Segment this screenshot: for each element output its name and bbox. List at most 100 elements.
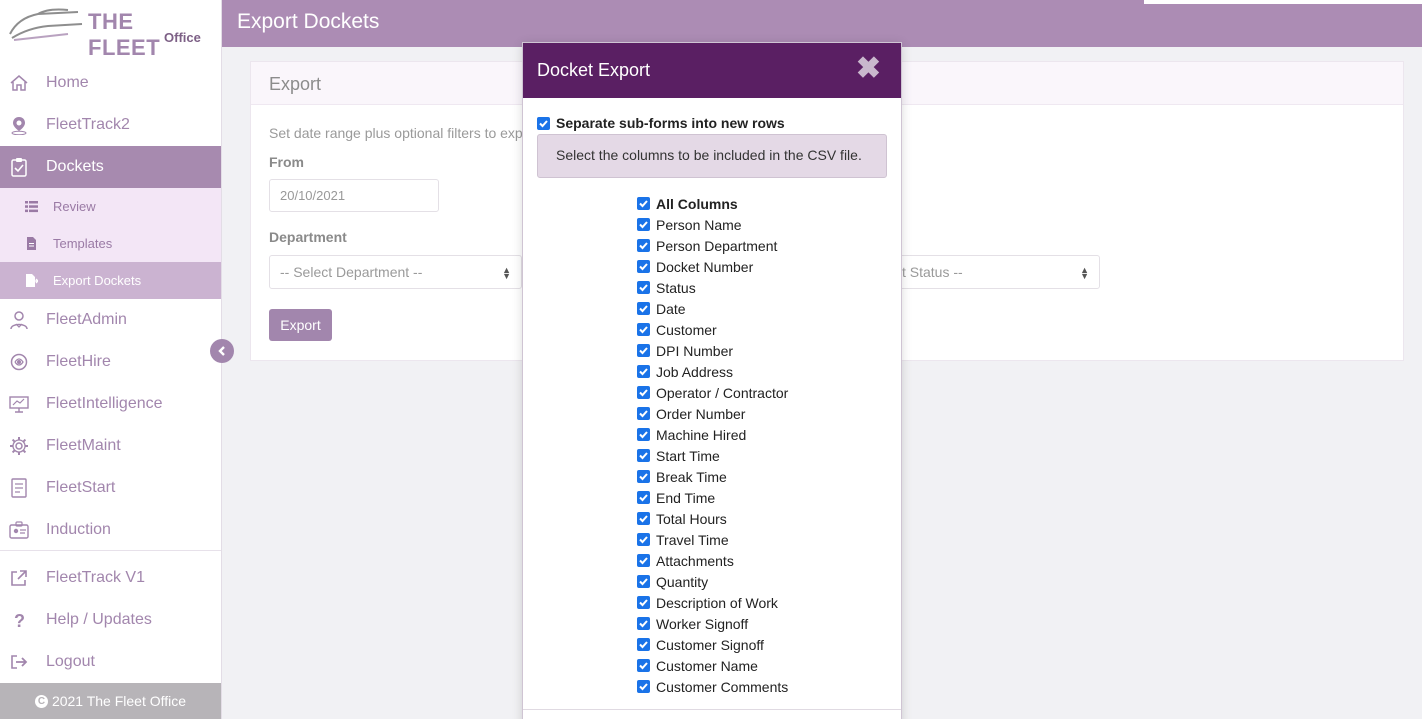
hire-cycle-icon xyxy=(10,353,28,371)
column-label: Customer Name xyxy=(656,657,758,674)
column-option[interactable]: Status xyxy=(637,277,788,298)
column-label: Docket Number xyxy=(656,258,754,275)
sidebar-item-fleettrack-v1[interactable]: FleetTrack V1 xyxy=(0,557,221,599)
column-checkbox[interactable] xyxy=(637,596,650,609)
column-label: Quantity xyxy=(656,573,709,590)
sidebar: THE FLEET Office Home FleetTrack2 Docket… xyxy=(0,0,222,719)
column-option[interactable]: Worker Signoff xyxy=(637,613,788,634)
sidebar-item-fleettrack2[interactable]: FleetTrack2 xyxy=(0,104,221,146)
column-checkbox[interactable] xyxy=(637,512,650,525)
column-option[interactable]: Description of Work xyxy=(637,592,788,613)
column-checkbox[interactable] xyxy=(637,491,650,504)
column-checkbox[interactable] xyxy=(637,407,650,420)
column-checkbox[interactable] xyxy=(637,260,650,273)
column-label: Person Department xyxy=(656,237,778,254)
sidebar-item-logout[interactable]: Logout xyxy=(0,641,221,683)
logo[interactable]: THE FLEET Office xyxy=(8,4,208,60)
column-checkbox[interactable] xyxy=(637,449,650,462)
column-checkbox[interactable] xyxy=(637,659,650,672)
logo-sub: Office xyxy=(164,30,201,45)
sidebar-item-label: FleetMaint xyxy=(46,437,121,454)
modal-header: Docket Export ✖ xyxy=(523,43,901,98)
sidebar-item-home[interactable]: Home xyxy=(0,62,221,104)
column-option[interactable]: Person Department xyxy=(637,235,788,256)
column-option[interactable]: Break Time xyxy=(637,466,788,487)
column-checkbox[interactable] xyxy=(637,617,650,630)
logo-car-icon xyxy=(9,8,83,41)
column-checkbox[interactable] xyxy=(637,575,650,588)
column-option[interactable]: Travel Time xyxy=(637,529,788,550)
column-label: Date xyxy=(656,300,686,317)
column-checkbox[interactable] xyxy=(637,428,650,441)
sidebar-item-fleetintelligence[interactable]: FleetIntelligence xyxy=(0,383,221,425)
separate-subforms-checkbox[interactable] xyxy=(537,116,550,130)
column-checkbox[interactable] xyxy=(637,386,650,399)
status-select[interactable]: t Status -- ▲ ▼ xyxy=(891,255,1100,289)
export-button[interactable]: Export xyxy=(269,309,332,341)
column-option[interactable]: Attachments xyxy=(637,550,788,571)
column-checkbox[interactable] xyxy=(637,344,650,357)
column-option[interactable]: Person Name xyxy=(637,214,788,235)
sidebar-item-help[interactable]: ? Help / Updates xyxy=(0,599,221,641)
column-option[interactable]: DPI Number xyxy=(637,340,788,361)
close-icon[interactable]: ✖ xyxy=(856,54,881,84)
column-option[interactable]: Customer Comments xyxy=(637,676,788,697)
sidebar-item-dockets[interactable]: Dockets xyxy=(0,146,221,188)
sidebar-item-label: Logout xyxy=(46,653,95,670)
department-select[interactable]: -- Select Department -- ▲ ▼ xyxy=(269,255,522,289)
column-option[interactable]: Job Address xyxy=(637,361,788,382)
map-pin-icon xyxy=(11,117,27,135)
column-checkbox[interactable] xyxy=(637,218,650,231)
column-label: Operator / Contractor xyxy=(656,384,789,401)
column-option[interactable]: Customer Signoff xyxy=(637,634,788,655)
column-checkbox[interactable] xyxy=(637,239,650,252)
column-option[interactable]: Quantity xyxy=(637,571,788,592)
column-option[interactable]: Operator / Contractor xyxy=(637,382,788,403)
column-option[interactable]: Customer xyxy=(637,319,788,340)
column-label: DPI Number xyxy=(656,342,734,359)
column-checkbox[interactable] xyxy=(637,470,650,483)
column-option[interactable]: Customer Name xyxy=(637,655,788,676)
sidebar-item-label: FleetAdmin xyxy=(46,311,127,328)
column-checkbox[interactable] xyxy=(637,554,650,567)
question-icon: ? xyxy=(14,611,25,630)
column-option[interactable]: Total Hours xyxy=(637,508,788,529)
column-option[interactable]: Start Time xyxy=(637,445,788,466)
column-label: Job Address xyxy=(656,363,734,380)
sidebar-item-fleetadmin[interactable]: FleetAdmin xyxy=(0,299,221,341)
column-checkbox[interactable] xyxy=(637,281,650,294)
column-option[interactable]: Docket Number xyxy=(637,256,788,277)
all-columns-checkbox[interactable] xyxy=(637,197,650,210)
sidebar-subitem-templates[interactable]: Templates xyxy=(0,225,221,262)
sidebar-item-fleethire[interactable]: FleetHire xyxy=(0,341,221,383)
column-checkbox[interactable] xyxy=(637,638,650,651)
sidebar-item-fleetstart[interactable]: FleetStart xyxy=(0,467,221,509)
column-checkbox[interactable] xyxy=(637,533,650,546)
column-label: Total Hours xyxy=(656,510,727,527)
sidebar-subitem-export-dockets[interactable]: Export Dockets xyxy=(0,262,221,299)
header-notification-strip xyxy=(1144,0,1422,4)
footer-text: 2021 The Fleet Office xyxy=(51,693,187,709)
from-date-input[interactable]: 20/10/2021 xyxy=(269,179,439,212)
separate-subforms-option[interactable]: Separate sub-forms into new rows xyxy=(537,115,785,131)
sidebar-item-fleetmaint[interactable]: FleetMaint xyxy=(0,425,221,467)
column-checkbox[interactable] xyxy=(637,323,650,336)
column-checkbox[interactable] xyxy=(637,302,650,315)
column-checkbox[interactable] xyxy=(637,365,650,378)
gear-icon xyxy=(10,437,28,455)
column-option[interactable]: End Time xyxy=(637,487,788,508)
sidebar-nav: Home FleetTrack2 Dockets Review Template… xyxy=(0,62,221,683)
sidebar-collapse-button[interactable] xyxy=(210,339,234,363)
sidebar-item-induction[interactable]: Induction xyxy=(0,509,221,551)
column-option-all[interactable]: All Columns xyxy=(637,193,788,214)
sidebar-subitem-review[interactable]: Review xyxy=(0,188,221,225)
admin-user-icon xyxy=(10,311,28,330)
column-option[interactable]: Date xyxy=(637,298,788,319)
column-checkbox[interactable] xyxy=(637,680,650,693)
department-select-value: -- Select Department -- xyxy=(280,264,423,280)
column-label: Order Number xyxy=(656,405,746,422)
file-export-icon xyxy=(26,274,38,287)
home-icon xyxy=(10,75,28,91)
column-option[interactable]: Machine Hired xyxy=(637,424,788,445)
column-option[interactable]: Order Number xyxy=(637,403,788,424)
